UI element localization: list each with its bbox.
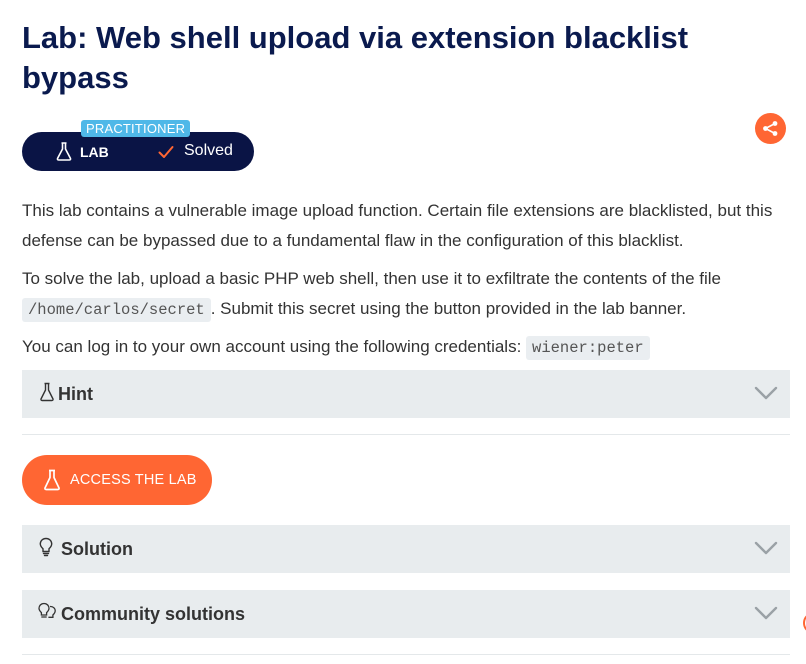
- hint-accordion[interactable]: Hint: [22, 370, 790, 418]
- instructions-paragraph: To solve the lab, upload a basic PHP web…: [22, 264, 790, 325]
- credentials-text: You can log in to your own account using…: [22, 337, 527, 356]
- chevron-down-icon: [754, 386, 778, 400]
- lab-badge: LAB Solved PRACTITIONER: [22, 120, 254, 172]
- chevron-down-icon: [754, 541, 778, 555]
- credentials-paragraph: You can log in to your own account using…: [22, 332, 790, 363]
- flask-icon: [44, 469, 60, 491]
- checkmark-icon: [158, 146, 174, 158]
- share-button[interactable]: [755, 113, 786, 144]
- section-divider: [22, 654, 790, 655]
- lightbulb-icon: [39, 537, 53, 557]
- file-path-code: /home/carlos/secret: [22, 298, 211, 322]
- section-divider: [22, 434, 790, 435]
- difficulty-tag: PRACTITIONER: [81, 120, 191, 137]
- solution-label: Solution: [61, 539, 133, 559]
- solution-accordion[interactable]: Solution: [22, 525, 790, 573]
- instructions-text-end: . Submit this secret using the button pr…: [210, 299, 687, 318]
- lab-status-text: Solved: [184, 142, 233, 159]
- description-paragraph: This lab contains a vulnerable image upl…: [22, 201, 773, 250]
- access-lab-button[interactable]: ACCESS THE LAB: [22, 455, 212, 505]
- lab-type-label: LAB: [80, 144, 109, 160]
- credentials-code: wiener:peter: [526, 336, 650, 360]
- community-solutions-label: Community solutions: [61, 604, 245, 624]
- page-title: Lab: Web shell upload via extension blac…: [22, 20, 689, 95]
- lab-status-pill: LAB Solved: [22, 132, 254, 171]
- chevron-down-icon: [754, 606, 778, 620]
- instructions-text: To solve the lab, upload a basic PHP web…: [22, 269, 721, 288]
- hint-label: Hint: [58, 384, 93, 404]
- share-icon: [763, 121, 778, 136]
- access-lab-label: ACCESS THE LAB: [70, 472, 197, 488]
- flask-icon: [56, 142, 72, 161]
- flask-icon: [40, 382, 54, 402]
- lightbulbs-icon: [38, 602, 56, 618]
- community-solutions-accordion[interactable]: Community solutions: [22, 590, 790, 638]
